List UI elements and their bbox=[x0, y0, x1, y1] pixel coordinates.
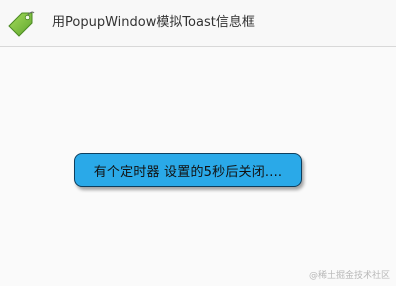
toast-message: 有个定时器 设置的5秒后关闭.... bbox=[93, 164, 283, 180]
green-tag-icon[interactable] bbox=[6, 9, 36, 39]
action-bar: 用PopupWindow模拟Toast信息框 bbox=[0, 0, 396, 47]
toast-popup: 有个定时器 设置的5秒后关闭.... bbox=[74, 153, 302, 187]
watermark: @稀土掘金技术社区 bbox=[308, 271, 390, 281]
page-title: 用PopupWindow模拟Toast信息框 bbox=[52, 15, 255, 30]
